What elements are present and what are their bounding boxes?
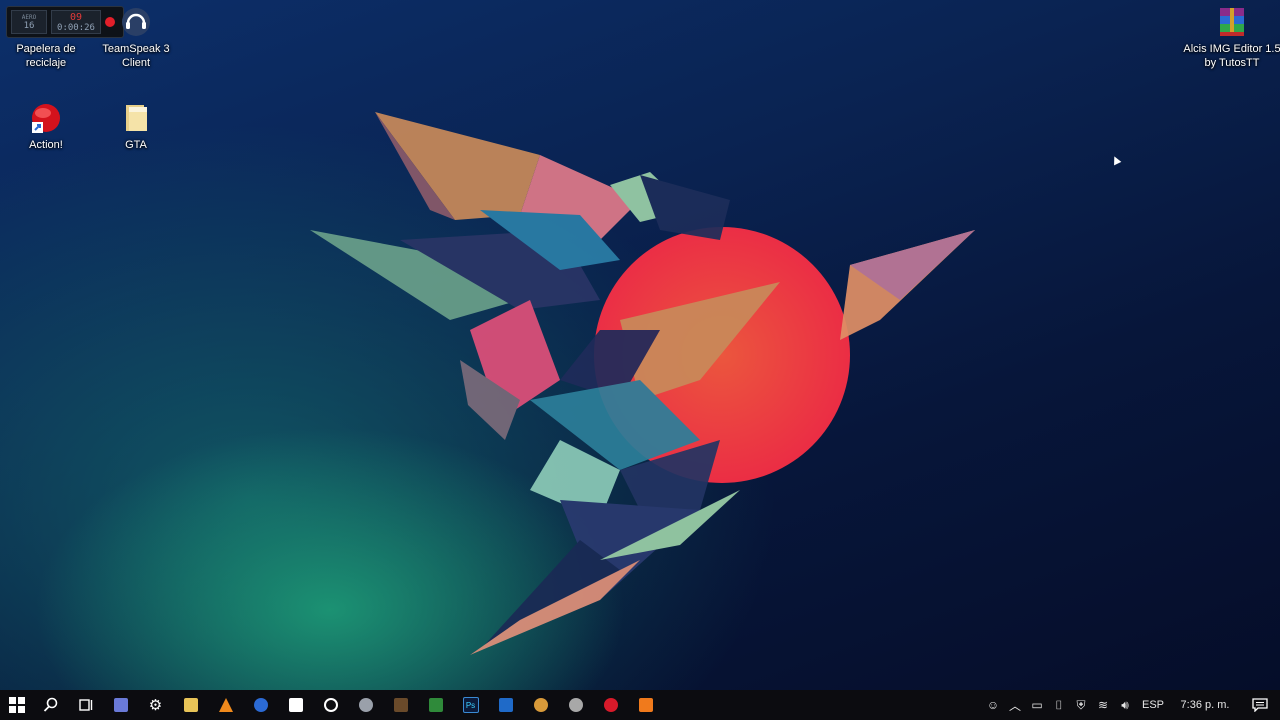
volume-icon[interactable]: 🔊︎ <box>1114 690 1136 720</box>
wifi-icon[interactable]: ≋ <box>1092 690 1114 720</box>
app-orange-icon <box>638 698 653 712</box>
taskbar-app-browser[interactable] <box>243 690 278 720</box>
taskbar-app-opera[interactable] <box>593 690 628 720</box>
desktop[interactable]: AERO 16 09 0:00:26 Papelera de reciclaje… <box>0 0 1280 690</box>
action-center-button[interactable] <box>1240 690 1280 720</box>
game-icon <box>533 698 548 712</box>
clock[interactable]: 7:36 p. m. <box>1170 699 1240 711</box>
search-icon <box>43 697 57 712</box>
wallpaper-shards <box>310 112 975 655</box>
action-recorder-icon <box>30 102 62 134</box>
outlook-icon <box>498 698 513 712</box>
chevron-up-icon[interactable]: ︿ <box>1004 690 1026 720</box>
folder-icon <box>183 698 198 712</box>
opera-icon <box>603 698 618 712</box>
defender-shield-icon[interactable]: ⛨ <box>1070 690 1092 720</box>
taskbar-app-outlook[interactable] <box>488 690 523 720</box>
taskbar-app-generic[interactable] <box>348 690 383 720</box>
desktop-icon-label: Papelera de reciclaje <box>16 43 76 69</box>
language-indicator[interactable]: ESP <box>1136 699 1170 711</box>
windows-logo-icon <box>8 697 25 713</box>
browser-icon <box>253 698 268 712</box>
system-tray: ☺ ︿ ▭ ⌷ ⛨ ≋ 🔊︎ ESP 7:36 p. m. <box>982 690 1280 720</box>
spy-icon <box>568 698 583 712</box>
task-view-icon <box>78 699 92 711</box>
taskbar-app-settings[interactable]: ⚙ <box>138 690 173 720</box>
taskbar-app-game[interactable] <box>523 690 558 720</box>
taskbar-app-media[interactable] <box>313 690 348 720</box>
desktop-icon-gta-folder[interactable]: GTA <box>90 102 182 152</box>
disc-icon <box>323 698 338 712</box>
excel-icon <box>428 698 443 712</box>
desktop-icon-label: GTA <box>125 139 147 151</box>
app-icon <box>358 698 373 712</box>
winrar-archive-icon <box>1216 6 1248 38</box>
taskbar-app-store[interactable] <box>278 690 313 720</box>
desktop-icon-action[interactable]: Action! <box>0 102 92 152</box>
taskbar-app-orange[interactable] <box>628 690 663 720</box>
minecraft-icon <box>393 698 408 712</box>
start-button[interactable] <box>0 690 33 720</box>
taskbar-app-file-explorer[interactable] <box>173 690 208 720</box>
desktop-icon-label: Alcis IMG Editor 1.5 by TutosTT <box>1183 43 1280 69</box>
gear-icon: ⚙ <box>148 697 163 714</box>
taskbar-app-vlc[interactable] <box>208 690 243 720</box>
usb-icon[interactable]: ⌷ <box>1048 690 1070 720</box>
desktop-icon-alcis-img-editor[interactable]: Alcis IMG Editor 1.5 by TutosTT <box>1183 6 1280 70</box>
taskbar-app-spy[interactable] <box>558 690 593 720</box>
search-button[interactable] <box>33 690 68 720</box>
vlc-icon <box>218 698 233 712</box>
task-view-button[interactable] <box>68 690 103 720</box>
desktop-icon-recycle-bin[interactable]: Papelera de reciclaje <box>0 6 92 70</box>
desktop-icon-label: TeamSpeak 3 Client <box>102 43 170 69</box>
people-icon[interactable]: ☺ <box>982 690 1004 720</box>
wallpaper-polygon-art <box>310 112 975 655</box>
desktop-icon-label: Action! <box>29 139 63 151</box>
taskbar-app-minecraft[interactable] <box>383 690 418 720</box>
battery-icon[interactable]: ▭ <box>1026 690 1048 720</box>
store-icon <box>288 698 303 712</box>
recycle-bin-icon <box>30 6 62 38</box>
taskbar: ⚙ Ps ☺ ︿ ▭ ⌷ ⛨ ≋ 🔊︎ ESP 7:36 p. m. <box>0 690 1280 720</box>
folder-icon <box>120 102 152 134</box>
taskbar-app-photoshop[interactable]: Ps <box>453 690 488 720</box>
taskbar-app-excel[interactable] <box>418 690 453 720</box>
photoshop-icon: Ps <box>462 697 479 713</box>
notification-icon <box>1252 698 1268 712</box>
desktop-icon-teamspeak[interactable]: TeamSpeak 3 Client <box>90 6 182 70</box>
discord-icon <box>113 698 128 712</box>
taskbar-app-discord[interactable] <box>103 690 138 720</box>
teamspeak-icon <box>120 6 152 38</box>
